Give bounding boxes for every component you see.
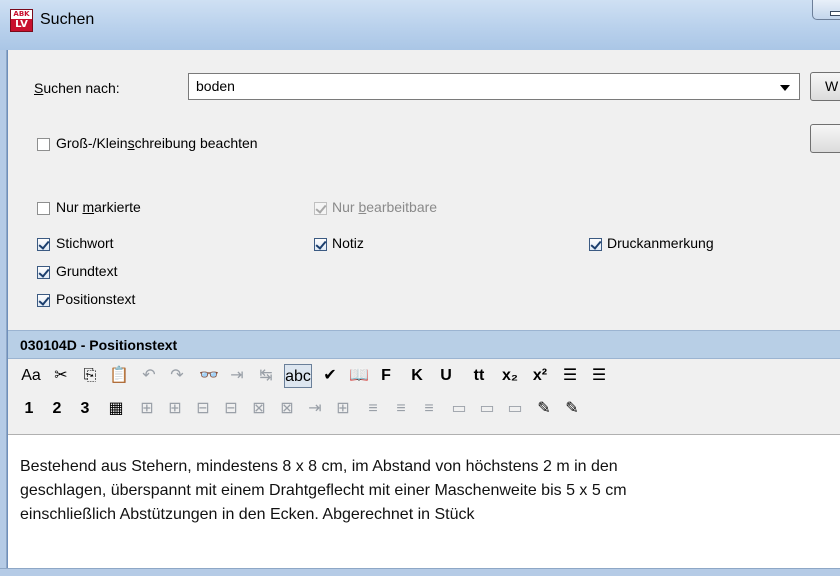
stichwort-checkbox[interactable] xyxy=(37,238,50,251)
redo-icon[interactable]: ↷ xyxy=(166,364,188,388)
typewriter-icon[interactable]: tt xyxy=(466,364,492,388)
editor-line: Bestehend aus Stehern, mindestens 8 x 8 … xyxy=(20,458,618,475)
find-icon[interactable]: 👓 xyxy=(196,364,222,388)
window-title: Suchen xyxy=(40,11,95,28)
app-icon-bottom-text: LV xyxy=(15,19,28,30)
window-bottom-border xyxy=(0,568,840,576)
highlight-more-icon[interactable]: ✎ xyxy=(560,397,584,421)
numbered-list-icon[interactable]: ☰ xyxy=(558,364,582,388)
case-sensitive-label[interactable]: Groß-/Kleinschreibung beachten xyxy=(56,135,258,151)
insert-row-above-icon[interactable]: ⊞ xyxy=(136,397,158,421)
insert-table-icon[interactable]: ▦ xyxy=(104,397,128,421)
delete-column-icon[interactable]: ⊠ xyxy=(276,397,298,421)
search-label: Suchen nach: xyxy=(34,80,120,96)
paste-icon[interactable]: 📋 xyxy=(106,364,132,388)
druckanmerkung-checkbox[interactable] xyxy=(589,238,602,251)
notiz-label[interactable]: Notiz xyxy=(332,235,364,251)
superscript-icon[interactable]: x² xyxy=(528,364,552,388)
search-next-button[interactable]: W xyxy=(810,72,840,101)
only-editable-checkbox xyxy=(314,202,327,215)
bold-icon[interactable]: F xyxy=(376,364,396,388)
merge-cells-icon[interactable]: ⇥ xyxy=(304,397,326,421)
subscript-icon[interactable]: x₂ xyxy=(498,364,522,388)
only-marked-label[interactable]: Nur markierte xyxy=(56,199,141,215)
search-input-value[interactable]: boden xyxy=(196,78,235,94)
positionstext-label[interactable]: Positionstext xyxy=(56,291,135,307)
heading-3-icon[interactable]: 3 xyxy=(76,397,94,421)
italic-icon[interactable]: K xyxy=(406,364,428,388)
copy-icon[interactable]: ⎘ xyxy=(78,364,102,388)
dictionary-icon[interactable]: 📖 xyxy=(346,364,372,388)
find-next-icon[interactable]: ⇥ xyxy=(226,364,248,388)
grundtext-label[interactable]: Grundtext xyxy=(56,263,117,279)
editor-line: geschlagen, überspannt mit einem Drahtge… xyxy=(20,482,627,499)
title-bar[interactable]: ABK LV Suchen xyxy=(0,0,840,50)
spellcheck-icon[interactable]: ✔ xyxy=(318,364,342,388)
section-title: 030104D - Positionstext xyxy=(20,337,178,353)
window-left-border xyxy=(0,50,7,576)
chevron-down-icon[interactable] xyxy=(780,85,790,91)
highlight-icon[interactable]: ✎ xyxy=(532,397,556,421)
app-icon-top-text: ABK xyxy=(11,10,32,19)
heading-1-icon[interactable]: 1 xyxy=(20,397,38,421)
table-grid-icon[interactable]: ⊞ xyxy=(332,397,354,421)
align-right-icon[interactable]: ≡ xyxy=(418,397,440,421)
formatting-toolbar-2: 1 2 3 ▦ ⊞ ⊞ ⊟ ⊟ ⊠ ⊠ ⇥ ⊞ ≡ ≡ ≡ ▭ ▭ ▭ ✎ ✎ xyxy=(8,394,840,424)
cut-icon[interactable]: ✂ xyxy=(50,364,72,388)
bullet-list-icon[interactable]: ☰ xyxy=(586,364,612,388)
editor-text[interactable]: Bestehend aus Stehern, mindestens 8 x 8 … xyxy=(20,455,840,527)
cancel-button[interactable] xyxy=(810,124,840,153)
spellcheck-toggle-icon[interactable]: abc xyxy=(284,364,312,388)
formatting-toolbar-1: Aa ✂ ⎘ 📋 ↶ ↷ 👓 ⇥ ↹ abc ✔ 📖 F K Utt x₂ x² ☰ ☰ xyxy=(8,361,840,391)
valign-middle-icon[interactable]: ▭ xyxy=(476,397,498,421)
section-header: 030104D - Positionstext xyxy=(8,330,840,359)
only-editable-label: Nur bearbeitbare xyxy=(332,199,438,215)
replace-icon[interactable]: ↹ xyxy=(254,364,278,388)
case-sensitive-checkbox[interactable] xyxy=(37,138,50,151)
valign-top-icon[interactable]: ▭ xyxy=(448,397,470,421)
underline-icon[interactable]: U xyxy=(434,364,458,388)
minimize-button[interactable] xyxy=(812,0,840,20)
grundtext-checkbox[interactable] xyxy=(37,266,50,279)
valign-bottom-icon[interactable]: ▭ xyxy=(504,397,526,421)
insert-column-right-icon[interactable]: ⊟ xyxy=(220,397,242,421)
undo-icon[interactable]: ↶ xyxy=(138,364,160,388)
druckanmerkung-label[interactable]: Druckanmerkung xyxy=(607,235,714,251)
align-left-icon[interactable]: ≡ xyxy=(362,397,384,421)
dialog-client-area: Suchen nach: boden W Groß-/Kleinschreibu… xyxy=(7,50,840,568)
insert-column-left-icon[interactable]: ⊟ xyxy=(192,397,214,421)
delete-row-icon[interactable]: ⊠ xyxy=(248,397,270,421)
app-icon: ABK LV xyxy=(10,9,33,32)
search-combobox[interactable]: boden xyxy=(188,73,800,100)
editor-line: einschließlich Abstützungen in den Ecken… xyxy=(20,506,475,523)
window-frame: ABK LV Suchen Suchen nach: boden W Groß-… xyxy=(0,0,840,576)
insert-row-below-icon[interactable]: ⊞ xyxy=(164,397,186,421)
align-center-icon[interactable]: ≡ xyxy=(390,397,412,421)
heading-2-icon[interactable]: 2 xyxy=(48,397,66,421)
text-editor[interactable]: Bestehend aus Stehern, mindestens 8 x 8 … xyxy=(8,434,840,568)
notiz-checkbox[interactable] xyxy=(314,238,327,251)
font-size-icon[interactable]: Aa xyxy=(18,364,44,388)
stichwort-label[interactable]: Stichwort xyxy=(56,235,114,251)
only-marked-checkbox[interactable] xyxy=(37,202,50,215)
positionstext-checkbox[interactable] xyxy=(37,294,50,307)
